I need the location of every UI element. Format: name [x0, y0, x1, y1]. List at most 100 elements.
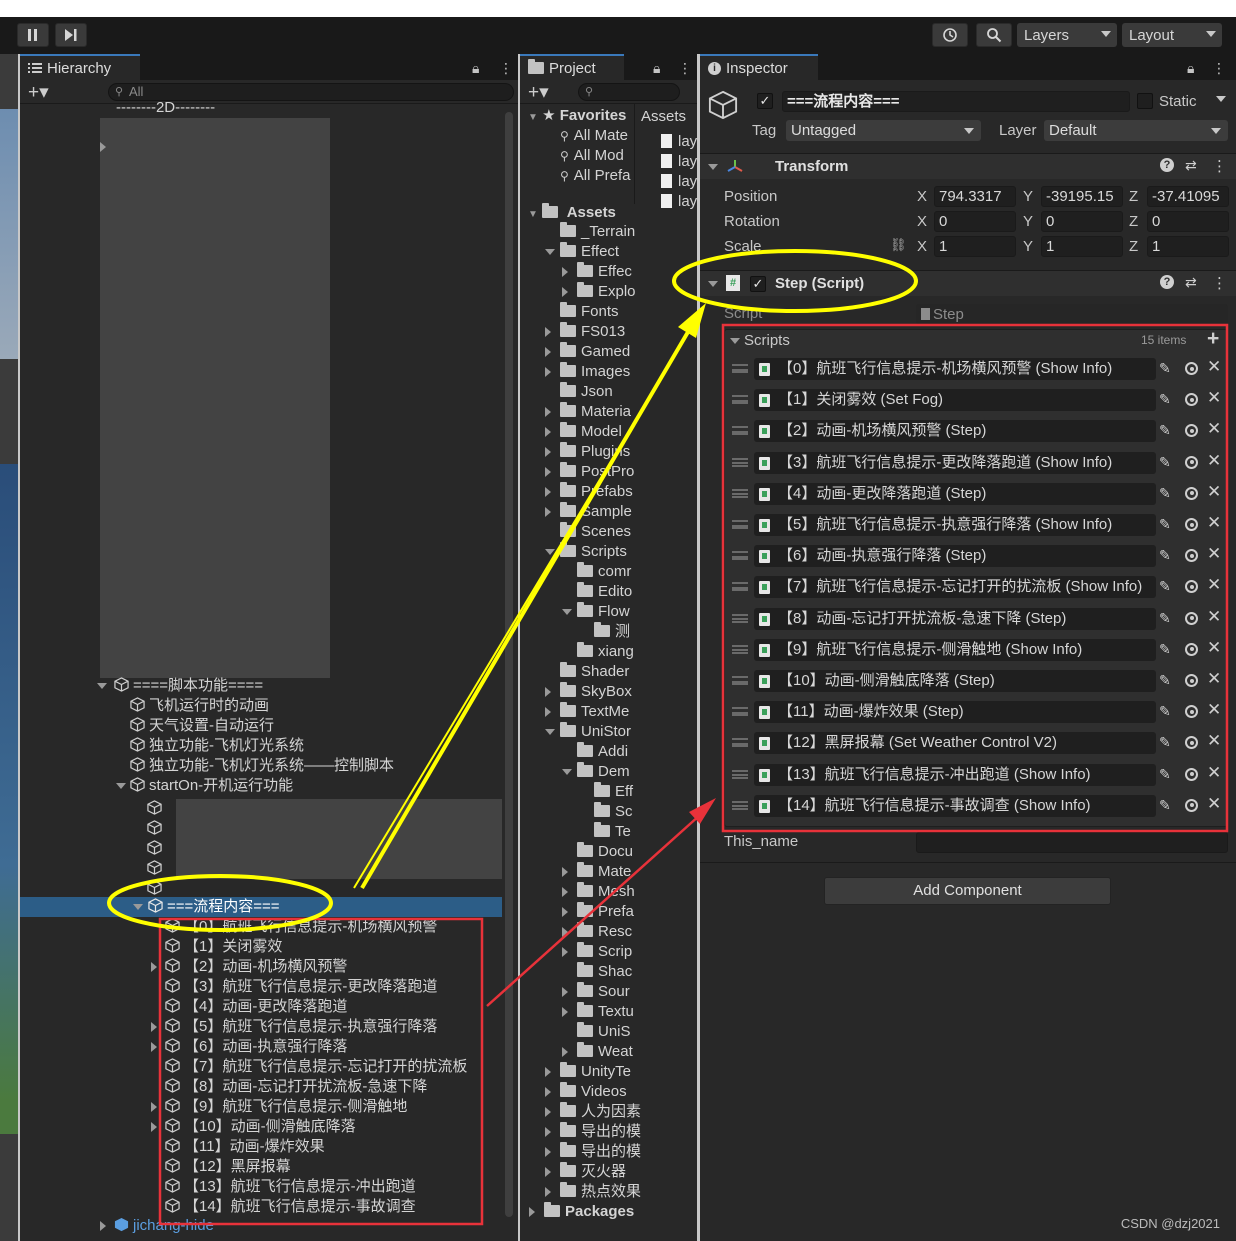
script-object-field[interactable]: 【9】航班飞行信息提示-侧滑触地 (Show Info) — [754, 638, 1156, 661]
expand-arrow-icon[interactable] — [562, 1007, 568, 1017]
project-folder-item[interactable]: Plugins — [560, 442, 630, 462]
collapse-arrow-icon[interactable] — [545, 249, 555, 255]
constrain-link-icon[interactable]: ⛓ — [890, 237, 907, 253]
scripts-list-item[interactable]: 【8】动画-忘记打开扰流板-急速下降 (Step) ✎ ✕ — [727, 604, 1223, 635]
expand-arrow-icon[interactable] — [545, 467, 551, 477]
hierarchy-item-flow-step[interactable]: 【14】航班飞行信息提示-事故调查 — [165, 1197, 416, 1217]
hierarchy-item-function[interactable]: 独立功能-飞机灯光系统——控制脚本 — [130, 756, 394, 776]
edit-pencil-icon[interactable]: ✎ — [1159, 734, 1171, 751]
expand-arrow-icon[interactable] — [545, 1087, 551, 1097]
hierarchy-item-blurred[interactable] — [147, 799, 166, 819]
expand-arrow-icon[interactable] — [545, 1187, 551, 1197]
script-object-field[interactable]: 【12】黑屏报幕 (Set Weather Control V2) — [754, 732, 1156, 755]
collapse-arrow-icon[interactable] — [562, 609, 572, 615]
help-icon[interactable]: ? — [1160, 158, 1174, 172]
step-button[interactable] — [55, 23, 87, 47]
project-folder-item[interactable]: Effect — [560, 242, 619, 262]
object-picker-icon[interactable] — [1185, 393, 1198, 407]
project-folder-item[interactable]: Images — [560, 362, 630, 382]
object-picker-icon[interactable] — [1185, 736, 1198, 750]
remove-x-icon[interactable]: ✕ — [1207, 544, 1221, 564]
project-folder-item[interactable]: Scripts — [560, 542, 627, 562]
project-folder-item[interactable]: Shader — [560, 662, 629, 682]
scripts-list-item[interactable]: 【4】动画-更改降落跑道 (Step) ✎ ✕ — [727, 479, 1223, 510]
scripts-list-item[interactable]: 【10】动画-侧滑触底降落 (Step) ✎ ✕ — [727, 666, 1223, 697]
drag-handle-icon[interactable] — [732, 426, 748, 436]
hierarchy-item-flow-step[interactable]: 【8】动画-忘记打开扰流板-急速下降 — [165, 1077, 427, 1097]
project-folder-item[interactable]: UniS — [577, 1022, 631, 1042]
project-folder-item[interactable]: Sc — [594, 802, 633, 822]
project-folder-item[interactable]: Te — [594, 822, 631, 842]
project-folder-item[interactable]: TextMe — [560, 702, 629, 722]
layer-dropdown[interactable]: Default — [1044, 120, 1228, 141]
object-picker-icon[interactable] — [1185, 518, 1198, 531]
tab-hierarchy[interactable]: Hierarchy — [20, 54, 140, 80]
project-folder-item[interactable]: Videos — [560, 1082, 627, 1102]
expand-arrow-icon[interactable] — [545, 367, 551, 377]
pause-button[interactable] — [17, 23, 49, 47]
drag-handle-icon[interactable] — [732, 800, 748, 810]
object-picker-icon[interactable] — [1185, 705, 1198, 719]
transform-position-y-field[interactable]: -39195.15 — [1041, 186, 1123, 207]
hierarchy-item-function[interactable]: 天气设置-自动运行 — [130, 716, 274, 736]
drag-handle-icon[interactable] — [732, 488, 748, 498]
expand-arrow-icon[interactable] — [562, 927, 568, 937]
expand-arrow-icon[interactable] — [545, 487, 551, 497]
drag-handle-icon[interactable] — [732, 707, 748, 717]
remove-x-icon[interactable]: ✕ — [1207, 419, 1221, 439]
hierarchy-item-selected-flow[interactable]: ===流程内容=== — [148, 897, 280, 917]
object-picker-icon[interactable] — [1185, 767, 1198, 781]
object-name-field[interactable]: ===流程内容=== — [782, 91, 1130, 112]
collapse-arrow-icon[interactable] — [133, 904, 143, 910]
hierarchy-item-flow-step[interactable]: 【6】动画-执意强行降落 — [165, 1037, 347, 1057]
edit-pencil-icon[interactable]: ✎ — [1159, 547, 1171, 564]
drag-handle-icon[interactable] — [732, 457, 748, 467]
asset-file[interactable]: lay — [661, 132, 697, 152]
edit-pencil-icon[interactable]: ✎ — [1159, 578, 1171, 595]
hierarchy-item-flow-step[interactable]: 【7】航班飞行信息提示-忘记打开的扰流板 — [165, 1057, 467, 1077]
script-object-field[interactable]: 【5】航班飞行信息提示-执意强行降落 (Show Info) — [754, 514, 1156, 536]
drag-handle-icon[interactable] — [732, 644, 748, 654]
project-folder-item[interactable]: Textu — [577, 1002, 634, 1022]
create-plus-button[interactable]: +▾ — [528, 81, 549, 104]
transform-header[interactable]: Transform ? ⇄ ⋮ — [700, 153, 1236, 179]
remove-x-icon[interactable]: ✕ — [1207, 513, 1221, 533]
scripts-list-item[interactable]: 【3】航班飞行信息提示-更改降落跑道 (Show Info) ✎ ✕ — [727, 448, 1223, 479]
project-folder-item[interactable]: Dem — [577, 762, 630, 782]
project-folder-item[interactable]: Sample — [560, 502, 632, 522]
project-folder-item[interactable]: 导出的模 — [560, 1142, 641, 1162]
object-picker-icon[interactable] — [1185, 611, 1198, 625]
hierarchy-item-flow-step[interactable]: 【10】动画-侧滑触底降落 — [165, 1117, 356, 1137]
expand-arrow-icon[interactable] — [545, 1107, 551, 1117]
script-object-field[interactable]: 【14】航班飞行信息提示-事故调查 (Show Info) — [754, 794, 1156, 817]
remove-x-icon[interactable]: ✕ — [1207, 731, 1221, 751]
edit-pencil-icon[interactable]: ✎ — [1159, 672, 1171, 689]
scripts-list-item[interactable]: 【7】航班飞行信息提示-忘记打开的扰流板 (Show Info) ✎ ✕ — [727, 572, 1223, 603]
hierarchy-item-function[interactable]: 飞机运行时的动画 — [130, 696, 269, 716]
expand-arrow-icon[interactable] — [545, 1067, 551, 1077]
edit-pencil-icon[interactable]: ✎ — [1159, 641, 1171, 658]
project-folder-item[interactable]: Gamed — [560, 342, 630, 362]
project-folder-item[interactable]: 灭火器 — [560, 1162, 626, 1182]
expand-arrow-icon[interactable] — [545, 407, 551, 417]
edit-pencil-icon[interactable]: ✎ — [1159, 766, 1171, 783]
expand-arrow-icon[interactable] — [545, 447, 551, 457]
expand-arrow-icon[interactable] — [562, 947, 568, 957]
transform-scale-z-field[interactable]: 1 — [1147, 236, 1229, 257]
drag-handle-icon[interactable] — [732, 551, 748, 561]
tab-inspector[interactable]: i Inspector — [700, 54, 818, 80]
object-picker-icon[interactable] — [1185, 642, 1198, 656]
project-folder-item[interactable]: Fonts — [560, 302, 619, 322]
hierarchy-item-2d[interactable]: --------2D-------- — [116, 98, 215, 118]
transform-position-x-field[interactable]: 794.3317 — [934, 186, 1016, 207]
help-icon[interactable]: ? — [1160, 275, 1174, 289]
hierarchy-item-blurred[interactable] — [147, 879, 166, 899]
hierarchy-item-flow-step[interactable]: 【4】动画-更改降落跑道 — [165, 997, 347, 1017]
tag-dropdown[interactable]: Untagged — [786, 120, 981, 141]
project-folder-item[interactable]: UnityTe — [560, 1062, 631, 1082]
remove-x-icon[interactable]: ✕ — [1207, 482, 1221, 502]
project-folder-item[interactable]: Explo — [577, 282, 636, 302]
expand-arrow-icon[interactable] — [545, 1147, 551, 1157]
object-picker-icon[interactable] — [1185, 674, 1198, 687]
drag-handle-icon[interactable] — [732, 676, 748, 685]
